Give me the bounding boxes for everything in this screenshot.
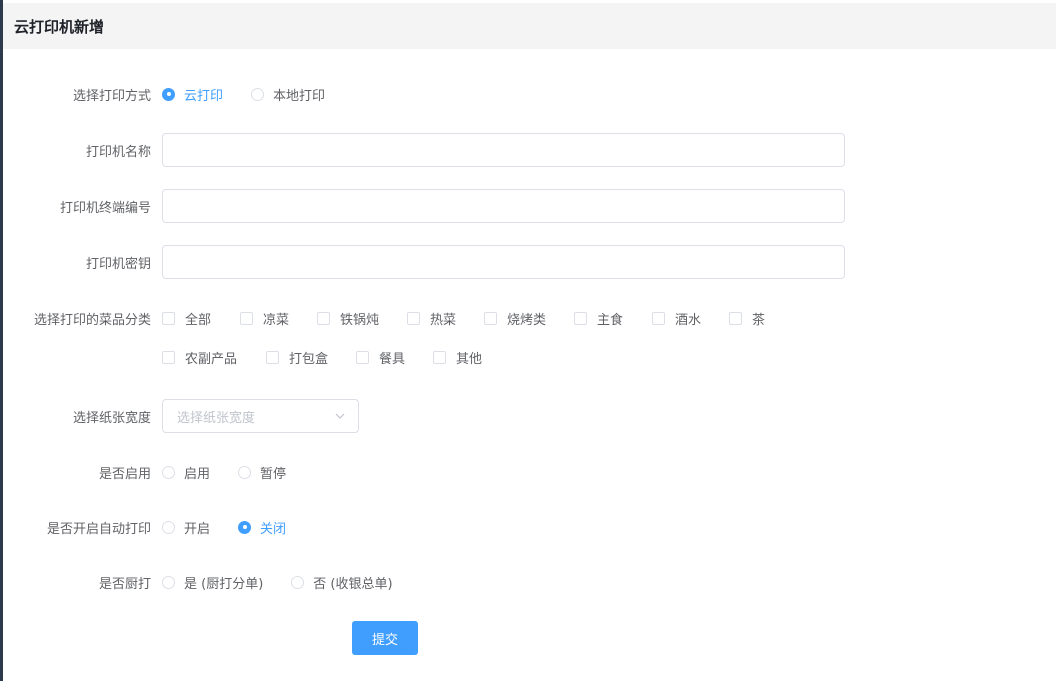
category-checkbox[interactable]: 烧烤类 [484, 308, 546, 328]
checkbox-label: 其他 [456, 351, 483, 367]
category-checkbox[interactable]: 铁锅炖 [317, 308, 379, 328]
category-checkbox[interactable]: 酒水 [652, 308, 701, 328]
printer-name-input[interactable] [162, 133, 845, 167]
checkbox-indicator [240, 311, 253, 325]
kitchen-print-row: 是否厨打 是 (厨打分单) 否 (收银总单) [0, 572, 393, 592]
category-checkbox[interactable]: 茶 [729, 308, 765, 328]
printer-key-label: 打印机密钥 [85, 256, 151, 272]
submit-button[interactable]: 提交 [352, 621, 418, 655]
radio-label: 是 (厨打分单) [184, 576, 264, 592]
category-checkbox[interactable]: 全部 [162, 308, 211, 328]
category-checkbox[interactable]: 餐具 [356, 347, 405, 367]
checkbox-label: 酒水 [675, 312, 702, 328]
printer-key-input[interactable] [162, 245, 845, 279]
category-checkbox[interactable]: 农副产品 [162, 347, 237, 367]
category-checkbox[interactable]: 打包盒 [266, 347, 328, 367]
checkbox-indicator [652, 311, 665, 325]
checkbox-label: 热菜 [430, 312, 457, 328]
radio-label: 暂停 [260, 466, 287, 482]
page-header: 云打印机新增 [3, 3, 1056, 49]
radio-label: 否 (收银总单) [313, 576, 393, 592]
paper-width-label: 选择纸张宽度 [72, 410, 151, 426]
checkbox-indicator [574, 311, 587, 325]
checkbox-indicator [407, 311, 420, 325]
radio-cloud-print[interactable]: 云打印 [162, 85, 223, 104]
paper-width-row: 选择纸张宽度 选择纸张宽度 [0, 399, 359, 433]
category-checkbox[interactable]: 热菜 [407, 308, 456, 328]
radio-kitchen-split[interactable]: 是 (厨打分单) [162, 573, 263, 592]
radio-indicator [238, 520, 252, 534]
checkbox-label: 茶 [752, 312, 766, 328]
categories-label: 选择打印的菜品分类 [33, 312, 151, 328]
print-mode-radio-group: 云打印 本地打印 [162, 85, 325, 104]
terminal-no-row: 打印机终端编号 [0, 189, 845, 223]
radio-label: 云打印 [184, 88, 224, 104]
radio-indicator [251, 87, 265, 101]
radio-indicator [162, 465, 175, 479]
radio-label: 本地打印 [273, 88, 326, 104]
category-checkbox[interactable]: 其他 [433, 347, 482, 367]
auto-print-label: 是否开启自动打印 [46, 521, 151, 537]
terminal-no-label: 打印机终端编号 [59, 200, 151, 216]
radio-label: 关闭 [260, 521, 287, 537]
enabled-row: 是否启用 启用 暂停 [0, 462, 286, 482]
print-mode-row: 选择打印方式 云打印 本地打印 [0, 84, 325, 104]
radio-auto-print-off[interactable]: 关闭 [238, 518, 286, 537]
checkbox-label: 餐具 [379, 351, 406, 367]
page-title: 云打印机新增 [14, 17, 105, 36]
radio-indicator [238, 465, 252, 479]
checkbox-label: 烧烤类 [507, 312, 547, 328]
radio-auto-print-on[interactable]: 开启 [162, 518, 210, 537]
radio-label: 启用 [184, 466, 211, 482]
checkbox-indicator [356, 350, 369, 364]
checkbox-label: 主食 [597, 312, 624, 328]
checkbox-indicator [266, 350, 279, 364]
terminal-no-input[interactable] [162, 189, 845, 223]
checkbox-indicator [729, 311, 742, 325]
checkbox-indicator [317, 311, 330, 325]
print-mode-label: 选择打印方式 [72, 88, 151, 104]
checkbox-indicator [433, 350, 446, 364]
checkbox-indicator [162, 350, 175, 364]
categories-row: 选择打印的菜品分类 [0, 308, 151, 328]
radio-pause[interactable]: 暂停 [238, 463, 286, 482]
radio-local-print[interactable]: 本地打印 [251, 85, 325, 104]
radio-indicator [162, 87, 175, 101]
category-checkbox[interactable]: 主食 [574, 308, 623, 328]
radio-indicator [162, 575, 175, 589]
select-placeholder: 选择纸张宽度 [177, 410, 256, 426]
chevron-down-icon [335, 413, 345, 419]
checkbox-indicator [484, 311, 497, 325]
enabled-label: 是否启用 [98, 466, 151, 482]
paper-width-select[interactable]: 选择纸张宽度 [162, 399, 359, 433]
printer-name-row: 打印机名称 [0, 133, 845, 167]
kitchen-print-label: 是否厨打 [98, 576, 151, 592]
checkbox-label: 全部 [185, 312, 212, 328]
checkbox-label: 凉菜 [263, 312, 290, 328]
auto-print-row: 是否开启自动打印 开启 关闭 [0, 517, 286, 537]
radio-indicator [291, 575, 305, 589]
radio-cashier-total[interactable]: 否 (收银总单) [291, 573, 393, 592]
checkbox-label: 农副产品 [185, 351, 238, 367]
printer-name-label: 打印机名称 [85, 144, 151, 160]
printer-key-row: 打印机密钥 [0, 245, 845, 279]
radio-enable[interactable]: 启用 [162, 463, 210, 482]
checkbox-indicator [162, 311, 175, 325]
checkbox-label: 打包盒 [289, 351, 329, 367]
radio-label: 开启 [184, 521, 211, 537]
checkbox-label: 铁锅炖 [340, 312, 380, 328]
category-checkbox[interactable]: 凉菜 [240, 308, 289, 328]
radio-indicator [162, 520, 175, 534]
